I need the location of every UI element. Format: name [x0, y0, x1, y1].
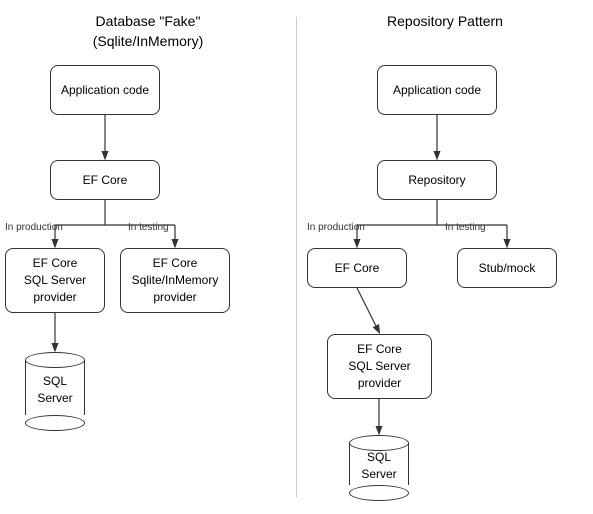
left-cyl-bottom	[25, 415, 85, 431]
right-ef-core-box: EF Core	[307, 248, 407, 288]
left-app-code-box: Application code	[50, 65, 160, 115]
right-cyl-bottom	[349, 485, 409, 501]
left-panel: Database "Fake" (Sqlite/InMemory) Applic…	[0, 0, 296, 514]
diagram-container: Database "Fake" (Sqlite/InMemory) Applic…	[0, 0, 593, 514]
right-sql-cylinder: SQL Server	[349, 435, 409, 501]
left-cyl-top	[25, 352, 85, 368]
right-app-code-box: Application code	[377, 65, 497, 115]
left-in-testing-label: In testing	[128, 222, 169, 233]
left-sql-cylinder: SQL Server	[25, 352, 85, 431]
left-ef-sql-box: EF Core SQL Server provider	[5, 248, 105, 313]
right-ef-sql-box: EF Core SQL Server provider	[327, 334, 432, 399]
left-in-production-label: In production	[5, 222, 63, 233]
left-panel-title: Database "Fake" (Sqlite/InMemory)	[0, 0, 296, 51]
right-repository-box: Repository	[377, 160, 497, 200]
right-cyl-top	[349, 435, 409, 451]
right-stub-mock-box: Stub/mock	[457, 248, 557, 288]
left-ef-core-box: EF Core	[50, 160, 160, 200]
right-in-production-label: In production	[307, 222, 365, 233]
left-cyl-body: SQL Server	[25, 360, 85, 415]
right-in-testing-label: In testing	[445, 222, 486, 233]
right-panel-title: Repository Pattern	[297, 0, 593, 32]
left-ef-sqlite-box: EF Core Sqlite/InMemory provider	[120, 248, 230, 313]
right-panel: Repository Pattern Application code Repo…	[297, 0, 593, 514]
